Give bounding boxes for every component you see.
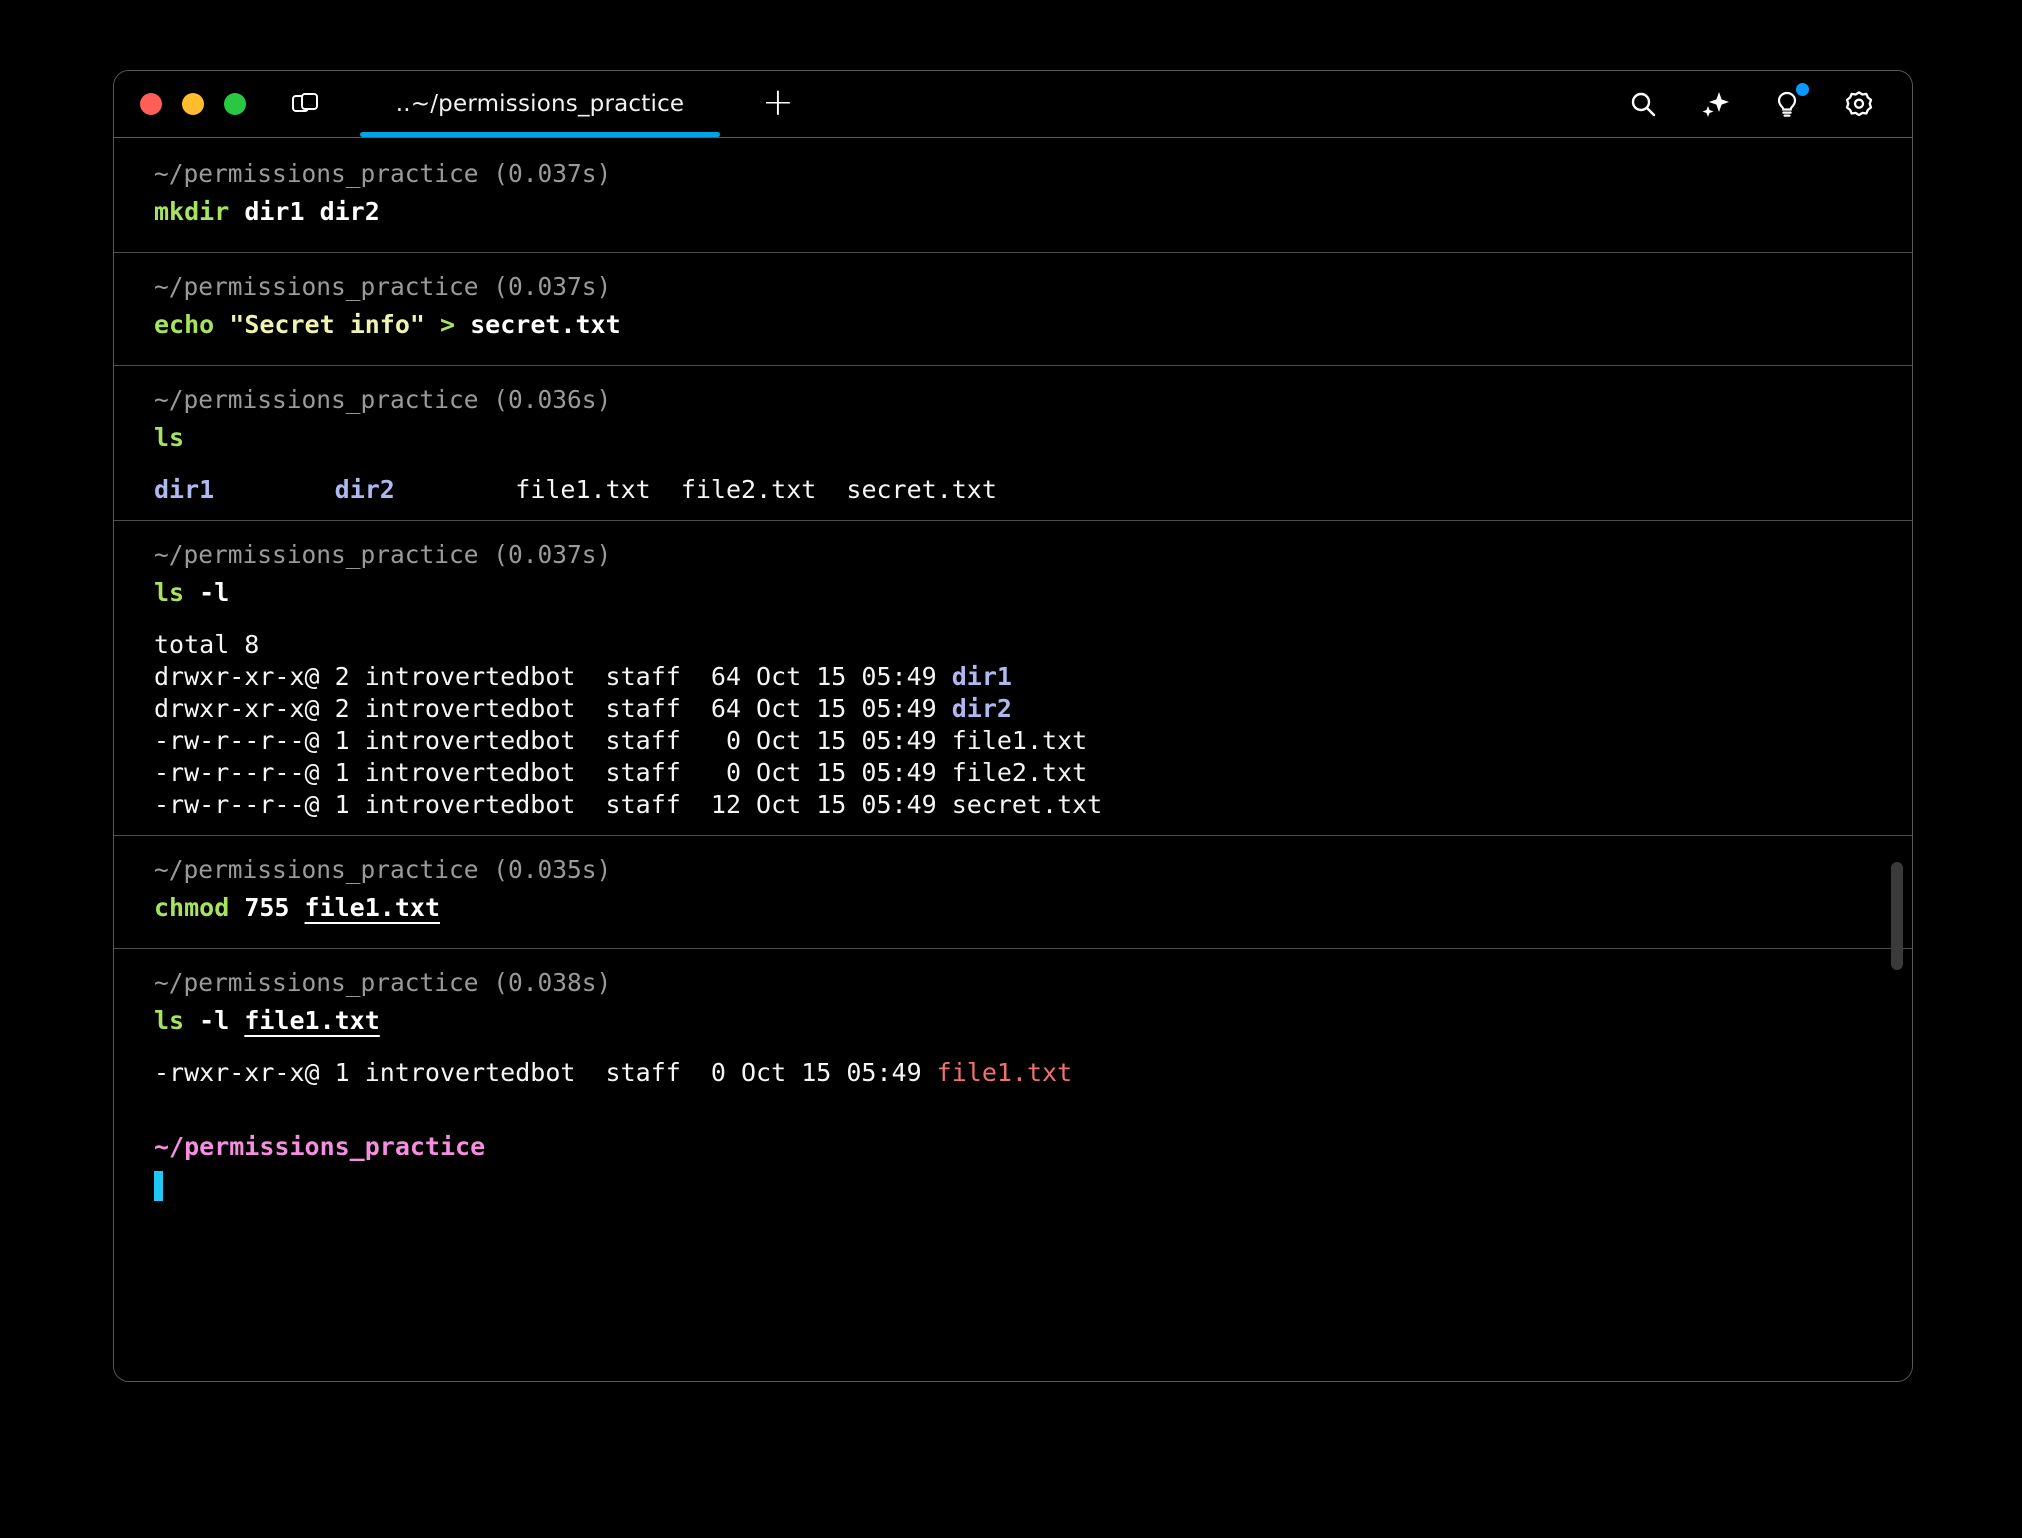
sparkles-icon[interactable] [1698, 87, 1732, 121]
title-bar: ..~/permissions_practice + [114, 71, 1912, 137]
command-token: secret.txt [455, 310, 621, 339]
command-token [214, 310, 229, 339]
output-line: drwxr-xr-x@ 2 introvertedbot staff 64 Oc… [114, 693, 1912, 725]
command-block: ~/permissions_practice (0.038s) ls -l fil… [114, 948, 1912, 1103]
output-token: -rw-r--r--@ 1 introvertedbot staff 12 Oc… [154, 790, 1102, 819]
command-token: "Secret info" [229, 310, 425, 339]
active-prompt-area[interactable]: ~/permissions_practice [114, 1103, 1912, 1201]
output-token: dir2 [952, 694, 1012, 723]
output-line: -rw-r--r--@ 1 introvertedbot staff 12 Oc… [114, 789, 1912, 821]
command-token: file1.txt [305, 893, 440, 922]
gear-icon[interactable] [1842, 87, 1876, 121]
output-line: -rw-r--r--@ 1 introvertedbot staff 0 Oct… [114, 757, 1912, 789]
command-token: -l [184, 1006, 244, 1035]
scrollbar-thumb[interactable] [1891, 862, 1903, 970]
lightbulb-icon[interactable] [1770, 87, 1804, 121]
notification-badge [1796, 83, 1809, 96]
output-token: dir1 [154, 475, 214, 504]
command-block: ~/permissions_practice (0.035s) chmod 755… [114, 835, 1912, 948]
command-token: ls [154, 1006, 184, 1035]
command-token: file1.txt [244, 1006, 379, 1035]
command-token [425, 310, 440, 339]
split-pane-icon[interactable] [288, 87, 322, 121]
output-token: -rw-r--r--@ 1 introvertedbot staff 0 Oct… [154, 758, 1087, 787]
command-token: mkdir [154, 197, 229, 226]
tab-permissions-practice[interactable]: ..~/permissions_practice [360, 71, 720, 137]
block-command[interactable]: echo "Secret info" > secret.txt [114, 309, 1912, 341]
command-token: ls [154, 578, 184, 607]
output-token: total 8 [154, 630, 259, 659]
output-line: dir1 dir2 file1.txt file2.txt secret.txt [114, 474, 1912, 506]
terminal-window: ..~/permissions_practice + [113, 70, 1913, 1382]
output-token: drwxr-xr-x@ 2 introvertedbot staff 64 Oc… [154, 662, 952, 691]
output-token: dir2 [335, 475, 395, 504]
output-token: -rw-r--r--@ 1 introvertedbot staff 0 Oct… [154, 726, 1087, 755]
block-prompt: ~/permissions_practice (0.036s) [114, 384, 1912, 416]
block-prompt: ~/permissions_practice (0.038s) [114, 967, 1912, 999]
close-button[interactable] [140, 93, 162, 115]
block-prompt: ~/permissions_practice (0.037s) [114, 158, 1912, 190]
output-token: file1.txt [937, 1058, 1072, 1087]
command-token: 755 [229, 893, 304, 922]
command-block: ~/permissions_practice (0.037s) mkdir dir… [114, 140, 1912, 252]
tab-label: ..~/permissions_practice [396, 91, 685, 117]
command-block: ~/permissions_practice (0.036s) ls dir1 di… [114, 365, 1912, 520]
command-token: dir1 dir2 [229, 197, 380, 226]
command-token: echo [154, 310, 214, 339]
output-spacer [114, 619, 1912, 629]
minimize-button[interactable] [182, 93, 204, 115]
command-token: chmod [154, 893, 229, 922]
traffic-lights [114, 93, 246, 115]
maximize-button[interactable] [224, 93, 246, 115]
output-line: total 8 [114, 629, 1912, 661]
command-token: -l [184, 578, 229, 607]
new-tab-button[interactable]: + [762, 83, 794, 125]
output-spacer [114, 464, 1912, 474]
output-line: drwxr-xr-x@ 2 introvertedbot staff 64 Oc… [114, 661, 1912, 693]
block-command[interactable]: ls -l [114, 577, 1912, 609]
active-prompt-path: ~/permissions_practice [114, 1131, 1912, 1163]
output-line: -rwxr-xr-x@ 1 introvertedbot staff 0 Oct… [114, 1057, 1912, 1089]
command-blocks: ~/permissions_practice (0.037s) mkdir dir… [114, 140, 1912, 1103]
text-cursor [154, 1171, 163, 1201]
command-block: ~/permissions_practice (0.037s) echo "Sec… [114, 252, 1912, 365]
output-token: dir1 [952, 662, 1012, 691]
command-block: ~/permissions_practice (0.037s) ls -l tota… [114, 520, 1912, 835]
block-command[interactable]: ls -l file1.txt [114, 1005, 1912, 1037]
command-token: ls [154, 423, 184, 452]
output-token [214, 475, 334, 504]
block-command[interactable]: chmod 755 file1.txt [114, 892, 1912, 924]
command-token: > [440, 310, 455, 339]
output-token: -rwxr-xr-x@ 1 introvertedbot staff 0 Oct… [154, 1058, 937, 1087]
block-prompt: ~/permissions_practice (0.035s) [114, 854, 1912, 886]
block-command[interactable]: ls [114, 422, 1912, 454]
output-token: drwxr-xr-x@ 2 introvertedbot staff 64 Oc… [154, 694, 952, 723]
block-prompt: ~/permissions_practice (0.037s) [114, 271, 1912, 303]
toolbar-icons [1626, 87, 1912, 121]
block-command[interactable]: mkdir dir1 dir2 [114, 196, 1912, 228]
terminal-body[interactable]: ~/permissions_practice (0.037s) mkdir dir… [114, 137, 1912, 1381]
search-icon[interactable] [1626, 87, 1660, 121]
block-prompt: ~/permissions_practice (0.037s) [114, 539, 1912, 571]
output-line: -rw-r--r--@ 1 introvertedbot staff 0 Oct… [114, 725, 1912, 757]
output-token: file1.txt file2.txt secret.txt [395, 475, 997, 504]
output-spacer [114, 1047, 1912, 1057]
